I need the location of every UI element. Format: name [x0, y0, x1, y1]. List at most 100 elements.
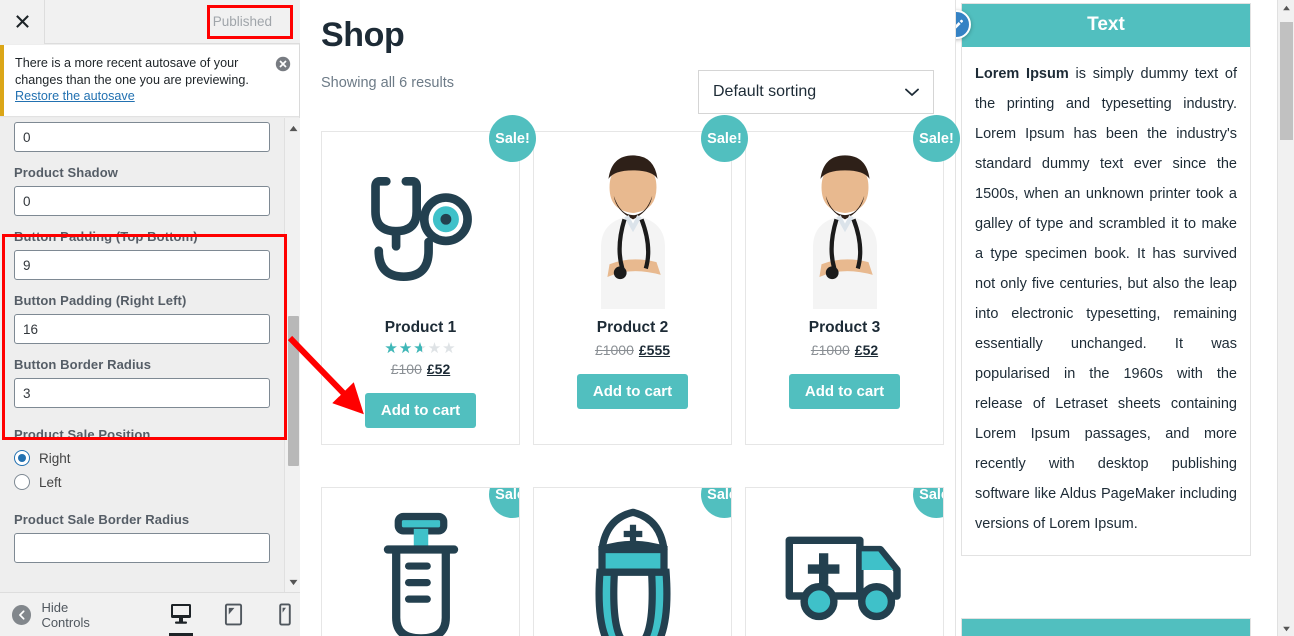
stethoscope-icon	[370, 176, 472, 281]
sale-badge: Sale!	[913, 115, 960, 162]
product-old-price: £1000	[810, 342, 850, 358]
customizer-panel: Published There is a more recent autosav…	[0, 0, 300, 636]
customizer-preview-screen: Published There is a more recent autosav…	[0, 0, 1294, 636]
autosave-notice: There is a more recent autosave of your …	[0, 45, 299, 116]
control-input-0[interactable]: 0	[14, 122, 270, 152]
text-widget: Text Lorem Ipsum is simply dummy text of…	[961, 3, 1251, 556]
restore-autosave-link[interactable]: Restore the autosave	[15, 89, 135, 103]
control-label-button-border-radius: Button Border Radius	[14, 357, 152, 372]
product-sale-price: £52	[854, 342, 879, 358]
widget-body: Lorem Ipsum is simply dummy text of the …	[962, 47, 1250, 555]
hide-controls-button[interactable]: Hide Controls	[12, 600, 118, 630]
product-price: £1000 £52	[811, 342, 878, 358]
close-icon[interactable]	[0, 0, 45, 44]
product-card[interactable]: Sale! Product 1 ★★★★★ ★★★ £100 £52 Add t…	[321, 115, 536, 445]
rating-stars: ★★★★★ ★★★★★	[384, 341, 456, 356]
chevron-left-icon	[12, 604, 32, 625]
nurse-icon	[595, 508, 670, 636]
product-card[interactable]: Sale!	[321, 487, 520, 636]
caret-up-glyph	[289, 125, 297, 131]
radio-icon-right	[14, 450, 30, 466]
product-card[interactable]: Sale!	[533, 115, 748, 445]
control-input-product-shadow[interactable]: 0	[14, 186, 270, 216]
add-to-cart-button[interactable]: Add to cart	[364, 393, 477, 428]
add-to-cart-button[interactable]: Add to cart	[576, 374, 689, 409]
product-thumbnail[interactable]	[332, 502, 509, 636]
product-card[interactable]: Sale!	[533, 487, 732, 636]
caret-down-glyph	[1283, 626, 1290, 631]
product-sale-price: £555	[638, 342, 671, 358]
device-preview-group	[166, 599, 300, 636]
control-input-button-border-radius[interactable]: 3	[14, 378, 270, 408]
control-label-product-sale-border-radius: Product Sale Border Radius	[14, 512, 190, 527]
page-title: Shop	[321, 16, 405, 54]
scroll-down-icon[interactable]	[285, 574, 301, 590]
browser-scrollbar-thumb[interactable]	[1280, 22, 1293, 140]
product-name: Product 1	[384, 319, 457, 336]
sorting-select-value: Default sorting	[713, 83, 817, 100]
control-label-button-padding-right-left: Button Padding (Right Left)	[14, 293, 187, 308]
product-old-price: £1000	[594, 342, 634, 358]
product-name: Product 3	[808, 319, 881, 336]
radio-icon-left	[14, 474, 30, 490]
radio-option-right[interactable]: Right	[14, 450, 270, 466]
doctor-photo	[780, 148, 909, 309]
radio-label-right: Right	[39, 450, 71, 466]
product-thumbnail[interactable]	[544, 502, 721, 636]
caret-down-glyph	[289, 579, 297, 585]
syringe-icon	[383, 512, 458, 636]
device-tablet-icon[interactable]	[218, 599, 248, 631]
control-input-product-sale-border-radius[interactable]	[14, 533, 270, 563]
control-input-button-padding-right-left[interactable]: 16	[14, 314, 270, 344]
sale-badge: Sale!	[489, 115, 536, 162]
next-widget	[961, 618, 1251, 636]
widget-body-lead: Lorem Ipsum	[975, 66, 1069, 82]
product-card[interactable]: Sale!	[745, 115, 960, 445]
browser-scrollbar[interactable]	[1277, 0, 1294, 636]
hide-controls-label: Hide Controls	[41, 599, 90, 630]
close-x-glyph	[15, 15, 29, 28]
control-input-button-padding-top-bottom[interactable]: 9	[14, 250, 270, 280]
customizer-header: Published	[0, 0, 300, 44]
autosave-notice-message: There is a more recent autosave of your …	[15, 56, 249, 87]
product-thumbnail[interactable]	[756, 146, 933, 311]
sale-badge: Sale!	[701, 115, 748, 162]
mobile-glyph	[279, 602, 291, 626]
pencil-icon	[956, 19, 963, 28]
product-grid-row: Sale! Product 1 ★★★★★ ★★★ £100 £52 Add t…	[321, 115, 960, 445]
dismiss-notice-icon[interactable]	[275, 56, 291, 72]
product-grid-row: Sale! Sale!	[321, 487, 946, 636]
radio-option-left[interactable]: Left	[14, 474, 270, 490]
widget-title: Text	[962, 4, 1250, 47]
product-thumbnail[interactable]	[756, 502, 933, 636]
result-count: Showing all 6 results	[321, 75, 454, 91]
add-to-cart-button[interactable]: Add to cart	[788, 374, 901, 409]
sorting-select[interactable]: Default sorting	[698, 70, 934, 114]
autosave-notice-text: There is a more recent autosave of your …	[15, 55, 287, 105]
browser-scroll-down-icon[interactable]	[1278, 621, 1294, 636]
control-label-product-shadow: Product Shadow	[14, 165, 118, 180]
chevron-down-glyph	[905, 88, 919, 96]
publish-button[interactable]: Published	[198, 7, 286, 36]
desktop-glyph	[171, 603, 191, 624]
customizer-scrollbar[interactable]	[284, 118, 300, 592]
device-mobile-icon[interactable]	[270, 599, 300, 631]
product-price: £100 £52	[391, 361, 451, 377]
rating-stars-filled: ★★★★★	[384, 341, 422, 356]
next-widget-title	[962, 619, 1250, 636]
browser-scroll-up-icon[interactable]	[1278, 0, 1294, 15]
product-thumbnail[interactable]	[544, 146, 721, 311]
product-card[interactable]: Sale!	[745, 487, 944, 636]
customizer-controls-list: 0 Product Shadow 0 Button Padding (Top B…	[0, 122, 284, 592]
dismiss-circle-glyph	[275, 56, 291, 72]
radio-label-left: Left	[39, 474, 62, 490]
product-thumbnail[interactable]	[332, 146, 509, 311]
scrollbar-thumb[interactable]	[288, 316, 299, 466]
product-name: Product 2	[596, 319, 669, 336]
product-price: £1000 £555	[595, 342, 670, 358]
ambulance-icon	[785, 536, 901, 621]
device-desktop-icon[interactable]	[166, 599, 196, 636]
widget-body-text: is simply dummy text of the printing and…	[975, 66, 1238, 532]
doctor-photo	[568, 148, 697, 309]
scroll-up-icon[interactable]	[285, 120, 301, 136]
